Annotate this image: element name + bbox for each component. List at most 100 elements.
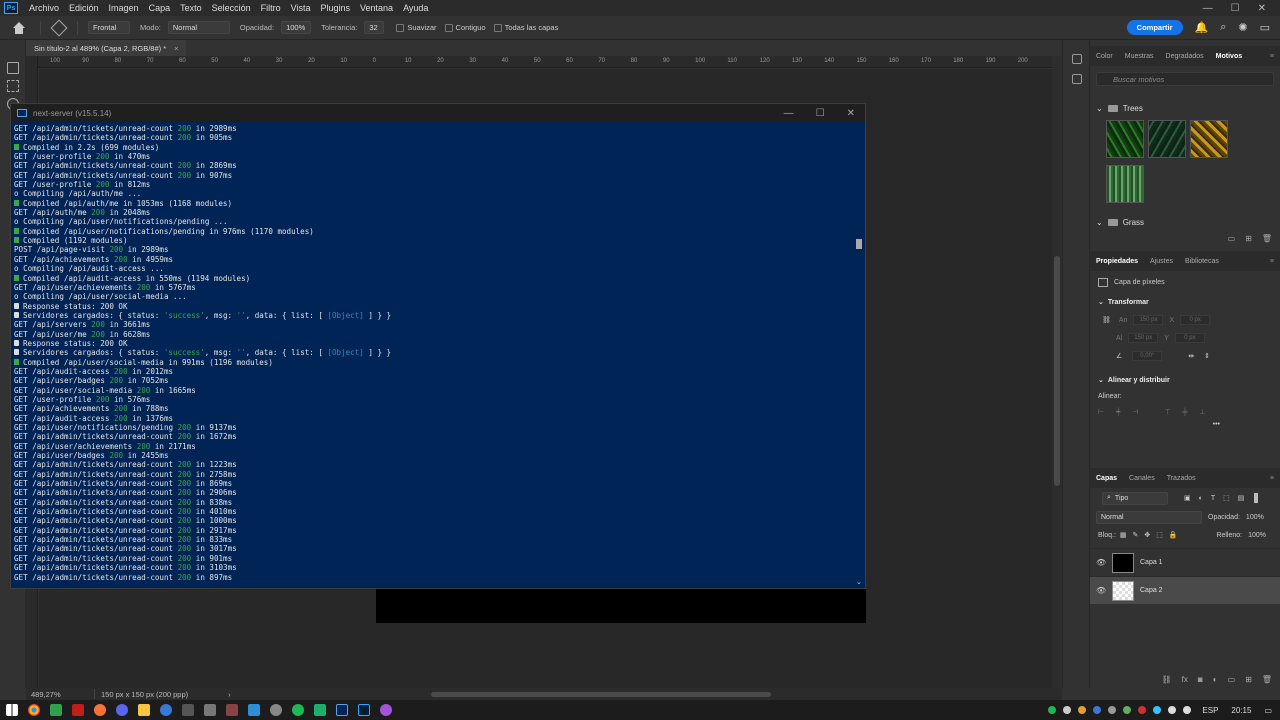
pattern-swatch[interactable] [1106,120,1144,158]
app-icon[interactable] [380,704,392,716]
all-layers-checkbox[interactable] [493,23,502,32]
maximize-button[interactable]: ☐ [1231,3,1240,14]
filter-toggle[interactable] [1254,493,1259,503]
tray-icon[interactable] [1048,706,1057,714]
bell-icon[interactable]: 🔔 [1195,21,1209,34]
marquee-tool-icon[interactable] [7,80,19,92]
terminal-titlebar[interactable]: next-server (v15.5.14) — ☐ ✕ [11,104,865,122]
share-button[interactable]: Compartir [1126,20,1183,35]
photoshop-icon[interactable] [358,704,370,716]
panel-menu-icon[interactable]: ≡ [1264,475,1280,482]
align-top-icon[interactable]: ⊤ [1164,408,1170,416]
delete-layer-icon[interactable]: 🗑 [1262,675,1272,684]
terminal-maximize-button[interactable]: ☐ [816,108,825,119]
windows-start-icon[interactable] [6,704,18,716]
menu-seleccion[interactable]: Selección [207,3,256,13]
tray-icon[interactable] [1123,706,1132,714]
tab-trazados[interactable]: Trazados [1161,475,1202,482]
new-layer-icon[interactable]: ⊞ [1245,675,1252,684]
new-folder-icon[interactable]: ▭ [1228,234,1236,243]
menu-ayuda[interactable]: Ayuda [398,3,433,13]
lock-transparent-icon[interactable]: ▦ [1120,531,1127,539]
chevron-down-icon[interactable]: ⌄ [1096,218,1103,227]
link-icon[interactable]: ⛓ [1102,316,1111,324]
layer-row-capa-1[interactable]: 👁 Capa 1 [1090,548,1280,576]
more-options-icon[interactable]: ••• [1090,421,1280,428]
width-input[interactable]: 150 px [1133,315,1164,325]
document-canvas[interactable] [376,586,866,623]
layer-name[interactable]: Capa 2 [1140,587,1163,594]
vscode-icon[interactable] [248,704,260,716]
tray-icon[interactable] [1153,706,1162,714]
filter-shape-icon[interactable]: ⬚ [1223,494,1230,502]
tab-muestras[interactable]: Muestras [1119,53,1160,60]
lock-artboard-icon[interactable]: ⬚ [1156,531,1163,539]
flip-vertical-icon[interactable]: ⇕ [1204,352,1210,360]
tray-icon[interactable] [1078,706,1087,714]
y-input[interactable]: 0 px [1174,333,1205,343]
link-layers-icon[interactable]: ⛓ [1162,675,1172,684]
spotify-icon[interactable] [292,704,304,716]
panel-menu-icon[interactable]: ≡ [1264,258,1280,265]
chevron-right-icon[interactable]: › [228,690,231,699]
notifications-icon[interactable]: ▭ [1264,706,1272,715]
tab-ajustes[interactable]: Ajustes [1144,258,1179,265]
filter-text-icon[interactable]: T [1211,495,1215,502]
align-center-h-icon[interactable]: ┿ [1116,408,1120,416]
zoom-level[interactable]: 489,27% [26,690,94,699]
filter-smart-icon[interactable]: ▤ [1238,494,1245,502]
workspace-icon[interactable]: ▭ [1260,21,1270,34]
menu-edicion[interactable]: Edición [64,3,104,13]
minimize-button[interactable]: — [1203,3,1213,14]
new-pattern-icon[interactable]: ⊞ [1245,234,1252,243]
folder-grass[interactable]: ⌄ Grass [1090,214,1280,230]
height-input[interactable]: 150 px [1128,333,1159,343]
tray-icon[interactable] [1063,706,1072,714]
firefox-icon[interactable] [94,704,106,716]
search-icon[interactable]: ⌕ [1220,21,1226,34]
app-icon[interactable] [50,704,62,716]
document-info[interactable]: 150 px x 150 px (200 ppp) [101,690,188,699]
lock-paint-icon[interactable]: ✎ [1133,531,1139,539]
volume-icon[interactable] [1183,706,1192,714]
align-bottom-icon[interactable]: ⊥ [1200,408,1206,416]
chrome-icon[interactable] [28,704,40,716]
layer-opacity-value[interactable]: 100% [1246,514,1264,521]
language-indicator[interactable]: ESP [1202,706,1218,715]
file-explorer-icon[interactable] [138,704,150,716]
menu-vista[interactable]: Vista [286,3,316,13]
chevron-down-icon[interactable]: ⌄ [1098,298,1104,306]
terminal-scroll-thumb[interactable] [856,239,862,249]
terminal-close-button[interactable]: ✕ [847,108,855,119]
pattern-swatch[interactable] [1190,120,1228,158]
app-icon[interactable] [314,704,326,716]
home-icon[interactable] [12,21,26,34]
transform-header[interactable]: ⌄ Transformar [1090,293,1280,311]
angle-input[interactable]: 0,00° [1132,351,1163,361]
visibility-eye-icon[interactable]: 👁 [1096,558,1106,567]
history-icon[interactable] [1072,54,1082,64]
new-group-icon[interactable]: ▭ [1228,675,1236,684]
close-button[interactable]: ✕ [1258,3,1266,14]
smooth-checkbox[interactable] [396,23,405,32]
patterns-search-input[interactable]: Buscar motivos [1096,72,1274,86]
app-icon[interactable] [226,704,238,716]
menu-filtro[interactable]: Filtro [256,3,286,13]
panel-menu-icon[interactable]: ≡ [1264,53,1280,60]
fx-icon[interactable]: fx [1182,675,1188,684]
tab-canales[interactable]: Canales [1123,475,1161,482]
discover-icon[interactable]: ✺ [1238,21,1247,34]
layer-name[interactable]: Capa 1 [1140,559,1163,566]
flip-horizontal-icon[interactable]: ⇹ [1188,352,1194,360]
terminal-icon[interactable] [336,704,348,716]
layer-row-capa-2[interactable]: 👁 Capa 2 [1090,576,1280,604]
tray-icon[interactable] [1108,706,1117,714]
lock-move-icon[interactable]: ✥ [1144,531,1150,539]
clock[interactable]: 20:15 [1231,706,1251,715]
align-header[interactable]: ⌄ Alinear y distribuir [1090,371,1280,389]
canvas-vertical-scrollbar[interactable] [1052,56,1062,688]
layer-filter-dropdown[interactable]: ⌕ Tipo [1102,491,1168,505]
scroll-thumb[interactable] [1054,256,1060,486]
fill-value[interactable]: 100% [1248,532,1266,539]
canvas-horizontal-scrollbar[interactable] [430,691,771,697]
